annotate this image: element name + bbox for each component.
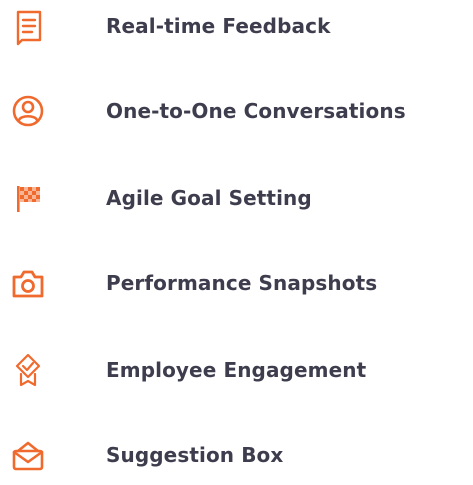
feature-item-suggestion-box[interactable]: Suggestion Box xyxy=(0,425,473,485)
feature-item-performance-snapshots[interactable]: Performance Snapshots xyxy=(0,253,473,313)
feature-item-agile-goal-setting[interactable]: Agile Goal Setting xyxy=(0,168,473,228)
feedback-document-icon xyxy=(8,6,48,46)
feature-item-real-time-feedback[interactable]: Real-time Feedback xyxy=(0,0,473,56)
badge-check-icon xyxy=(8,350,48,390)
feature-item-employee-engagement[interactable]: Employee Engagement xyxy=(0,340,473,400)
feature-label: Agile Goal Setting xyxy=(106,186,312,210)
camera-icon xyxy=(8,263,48,303)
feature-label: Employee Engagement xyxy=(106,358,367,382)
feature-item-one-to-one-conversations[interactable]: One-to-One Conversations xyxy=(0,81,473,141)
user-circle-icon xyxy=(8,91,48,131)
feature-label: One-to-One Conversations xyxy=(106,99,406,123)
envelope-box-icon xyxy=(8,435,48,475)
checkered-flag-icon xyxy=(8,178,48,218)
feature-label: Performance Snapshots xyxy=(106,271,378,295)
feature-label: Real-time Feedback xyxy=(106,14,331,38)
feature-label: Suggestion Box xyxy=(106,443,284,467)
feature-list: Real-time Feedback One-to-One Conversati… xyxy=(0,0,473,472)
